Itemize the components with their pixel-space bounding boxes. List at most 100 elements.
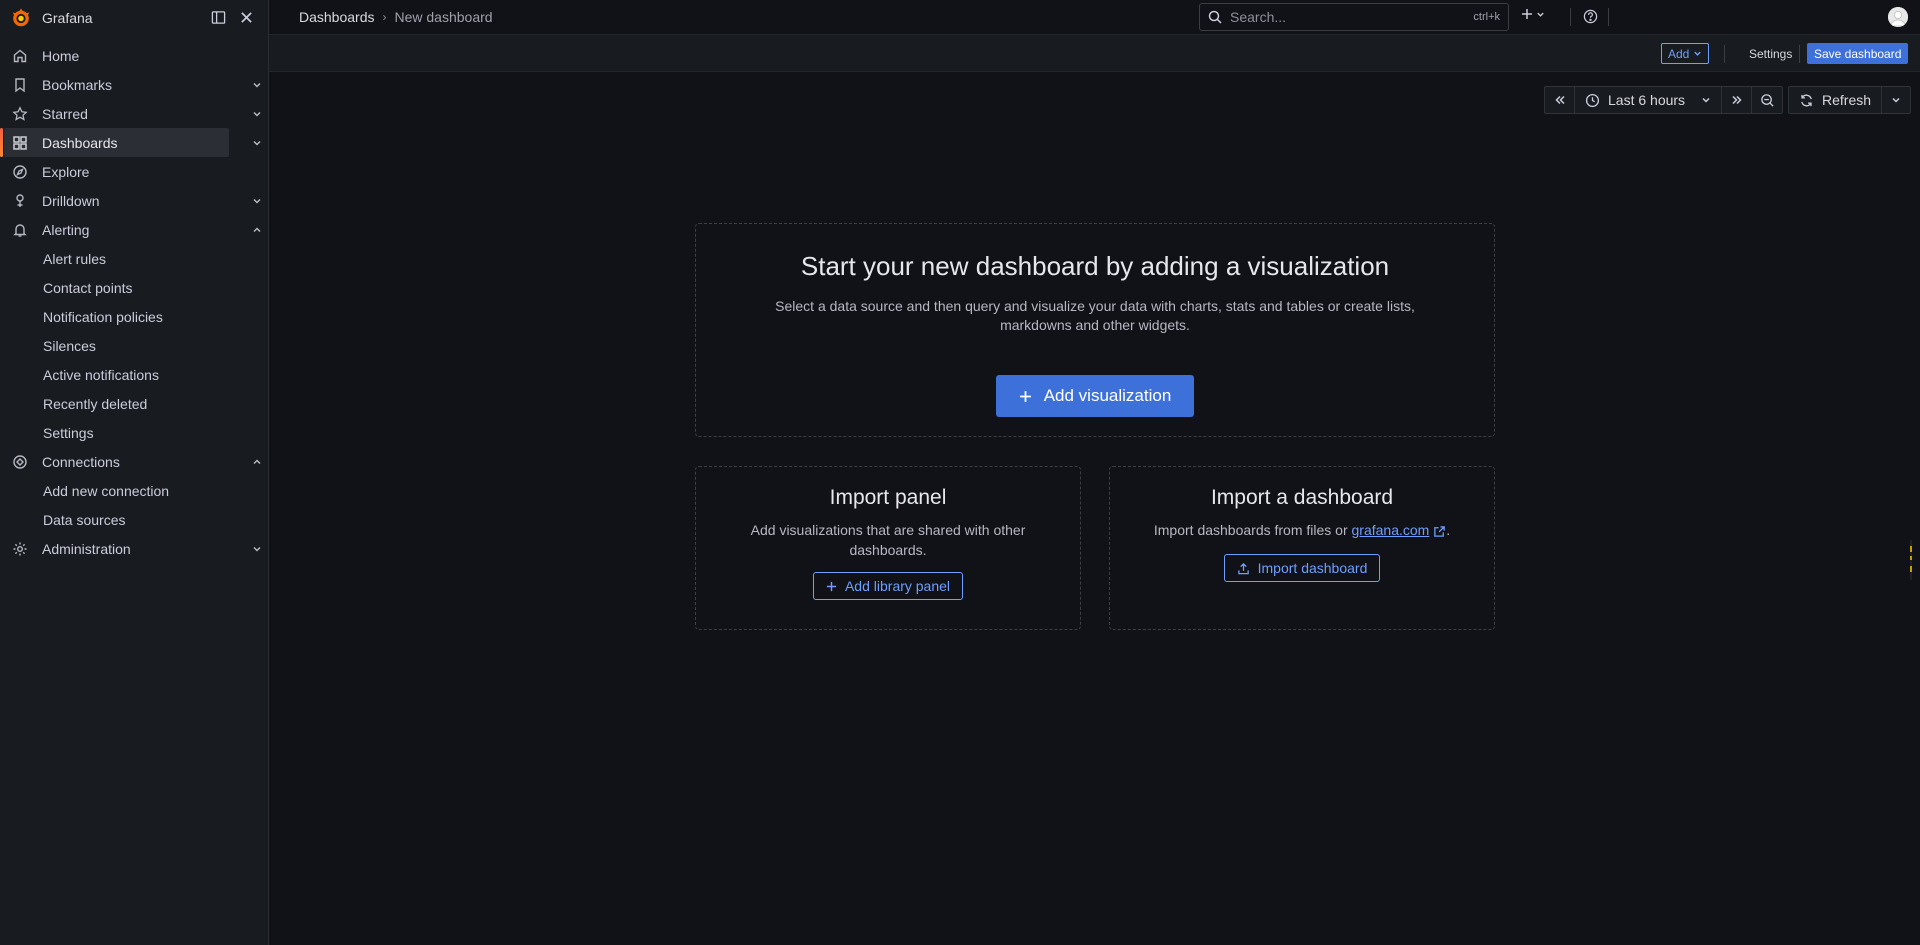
compass-icon <box>12 164 28 180</box>
chevron-up-icon[interactable] <box>249 222 265 238</box>
connections-icon <box>12 454 28 470</box>
sidebar-subitem-notification-policies[interactable]: Notification policies <box>0 302 268 331</box>
add-button[interactable]: Add <box>1661 43 1710 64</box>
sidebar-item-label: Administration <box>42 540 131 557</box>
import-dashboard-card: Import a dashboard Import dashboards fro… <box>1109 466 1495 630</box>
zoom-out-button[interactable] <box>1752 86 1782 114</box>
clock-icon <box>1585 93 1600 108</box>
drilldown-icon <box>12 193 28 209</box>
import-panel-card: Import panel Add visualizations that are… <box>695 466 1081 630</box>
sidebar-subitem-contact-points[interactable]: Contact points <box>0 273 268 302</box>
time-range-button[interactable]: Last 6 hours <box>1575 86 1723 114</box>
angle-double-left-icon <box>1554 94 1566 106</box>
search-icon <box>1208 10 1222 24</box>
sidebar-item-dashboards[interactable]: Dashboards <box>0 128 261 157</box>
zoom-out-icon <box>1760 93 1775 108</box>
sidebar-item-label: Alerting <box>42 221 90 238</box>
sidebar-item-label: Drilldown <box>42 192 100 209</box>
chevron-down-icon[interactable] <box>249 193 265 209</box>
chevron-down-icon <box>1701 95 1711 105</box>
sidebar-item-connections[interactable]: Connections <box>4 447 261 476</box>
toolbar-divider <box>1724 45 1725 63</box>
plus-icon <box>826 581 837 592</box>
time-shift-back-button[interactable] <box>1545 86 1575 114</box>
add-button-label: Add <box>1668 46 1690 61</box>
sidebar-item-bookmarks[interactable]: Bookmarks <box>4 70 261 99</box>
chevron-down-icon <box>1891 95 1901 105</box>
dashboard-controls-bar: Add Settings Save dashboard <box>269 35 1920 72</box>
sidebar-item-administration[interactable]: Administration <box>4 534 261 563</box>
sidebar-item-alerting[interactable]: Alerting <box>4 215 261 244</box>
refresh-button[interactable]: Refresh <box>1789 86 1883 114</box>
sidebar-subitem-silences[interactable]: Silences <box>0 331 268 360</box>
import-dashboard-title: Import a dashboard <box>1210 486 1394 509</box>
top-bar: Dashboards › New dashboard <box>269 0 1920 35</box>
sidebar-item-label: Dashboards <box>42 134 118 151</box>
star-icon <box>12 105 28 122</box>
bell-icon <box>12 222 28 238</box>
time-shift-forward-button[interactable] <box>1722 86 1753 114</box>
sidebar-subitem-data-sources[interactable]: Data sources <box>0 505 268 534</box>
sidebar-subitem-alerting-settings[interactable]: Settings <box>0 418 268 447</box>
plus-icon <box>1019 390 1032 403</box>
toolbar-divider <box>1608 8 1609 26</box>
angle-double-right-icon <box>1731 94 1743 106</box>
import-dashboard-description-suffix: . <box>1446 522 1451 538</box>
breadcrumb: Dashboards › New dashboard <box>299 9 493 25</box>
sidebar-item-label: Starred <box>42 105 88 122</box>
bookmark-icon <box>12 77 28 93</box>
sidebar-subitem-add-new-connection[interactable]: Add new connection <box>0 476 268 505</box>
upload-icon <box>1237 562 1250 575</box>
time-range-label: Last 6 hours <box>1608 92 1686 108</box>
chevron-down-icon[interactable] <box>249 106 265 122</box>
search-input[interactable]: Search... ctrl+k <box>1199 3 1509 31</box>
close-icon[interactable] <box>234 6 258 30</box>
home-icon <box>12 48 28 64</box>
save-dashboard-button[interactable]: Save dashboard <box>1807 43 1909 64</box>
sidebar-item-home[interactable]: Home <box>4 41 229 70</box>
toolbar-divider <box>1799 45 1800 63</box>
new-menu-button[interactable] <box>1521 8 1545 20</box>
brand-name: Grafana <box>42 9 93 26</box>
chevron-right-icon: › <box>382 10 387 24</box>
chevron-up-icon[interactable] <box>249 454 265 470</box>
settings-button[interactable]: Settings <box>1741 43 1800 64</box>
chevron-down-icon[interactable] <box>249 77 265 93</box>
import-panel-description: Add visualizations that are shared with … <box>750 522 1026 558</box>
refresh-interval-button[interactable] <box>1882 86 1910 114</box>
sidebar-item-label: Connections <box>42 453 120 470</box>
sidebar-subitem-alert-rules[interactable]: Alert rules <box>0 244 268 273</box>
help-icon[interactable] <box>1583 9 1598 24</box>
mega-menu-header: Grafana <box>0 0 268 35</box>
toolbar-divider <box>1570 8 1571 26</box>
add-visualization-button[interactable]: Add visualization <box>995 375 1195 417</box>
external-link-icon <box>1433 525 1446 538</box>
import-dashboard-label: Import dashboard <box>1257 560 1368 576</box>
sidebar-subitem-recently-deleted[interactable]: Recently deleted <box>0 389 268 418</box>
sidebar-item-explore[interactable]: Explore <box>4 157 229 186</box>
breadcrumb-current: New dashboard <box>394 9 493 25</box>
add-visualization-label: Add visualization <box>1043 386 1172 405</box>
chevron-down-icon[interactable] <box>249 135 265 151</box>
import-dashboard-description: Import dashboards from files or grafana.… <box>1122 520 1482 540</box>
sidebar-item-drilldown[interactable]: Drilldown <box>4 186 261 215</box>
search-shortcut: ctrl+k <box>1473 11 1500 23</box>
import-panel-title: Import panel <box>829 486 947 509</box>
avatar[interactable] <box>1888 7 1908 27</box>
import-dashboard-button[interactable]: Import dashboard <box>1223 554 1381 582</box>
sidebar-item-starred[interactable]: Starred <box>4 99 261 128</box>
sidebar-subitem-active-notifications[interactable]: Active notifications <box>0 360 268 389</box>
grafana-com-link[interactable]: grafana.com <box>1352 522 1430 538</box>
chevron-down-icon <box>1693 49 1702 58</box>
add-library-panel-button[interactable]: Add library panel <box>812 572 964 600</box>
alerting-submenu: Alert rules Contact points Notification … <box>0 244 268 447</box>
empty-state-title: Start your new dashboard by adding a vis… <box>800 251 1390 281</box>
plus-icon <box>1521 8 1533 20</box>
grafana-logo-icon[interactable] <box>10 7 32 29</box>
breadcrumb-dashboards-link[interactable]: Dashboards <box>299 9 375 25</box>
add-library-panel-label: Add library panel <box>844 578 951 594</box>
gear-icon <box>12 541 28 557</box>
resize-handle[interactable] <box>1908 540 1914 580</box>
dock-menu-icon[interactable] <box>206 6 230 30</box>
chevron-down-icon[interactable] <box>249 541 265 557</box>
